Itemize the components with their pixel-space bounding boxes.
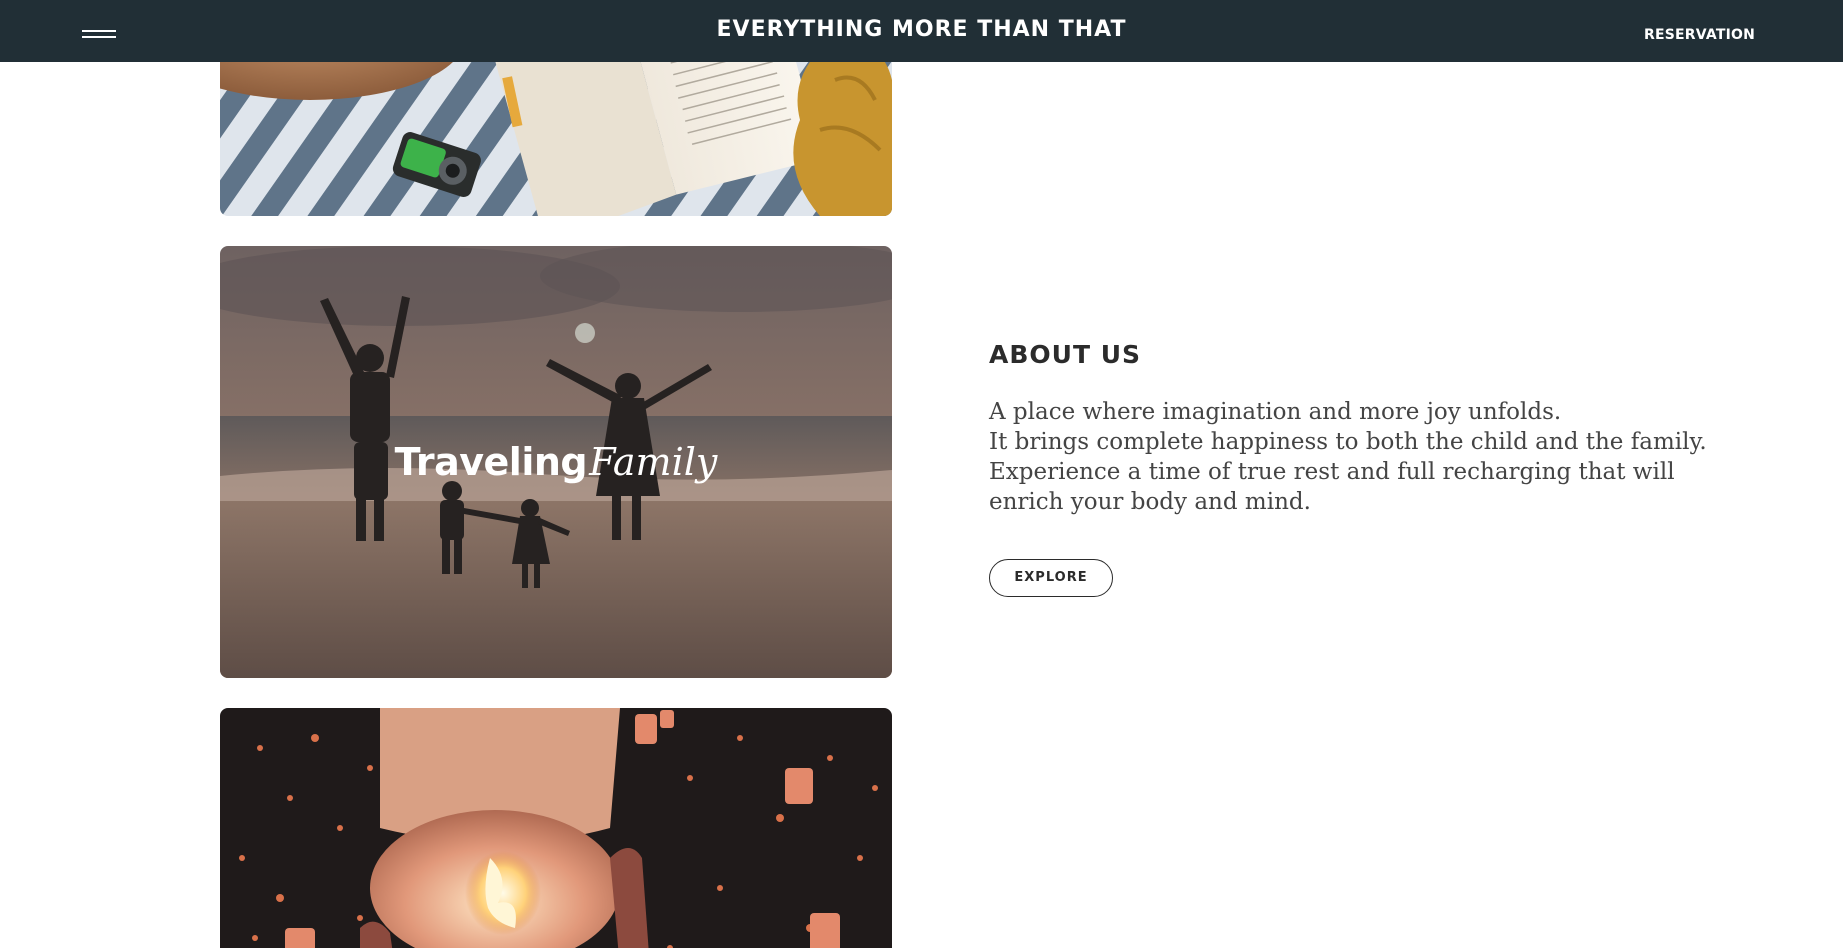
reservation-link[interactable]: RESERVATION [1644,0,1755,62]
about-description: A place where imagination and more joy u… [989,397,1709,517]
explore-button[interactable]: EXPLORE [989,559,1113,597]
about-line: enrich your body and mind. [989,489,1311,515]
sky-lanterns-photo [220,708,892,948]
hamburger-menu-icon[interactable] [82,26,116,40]
about-heading: ABOUT US [989,340,1142,369]
page: EVERYTHING MORE THAN THAT RESERVATION Tr… [0,0,1843,948]
site-title: EVERYTHING MORE THAN THAT [716,17,1127,42]
about-section: ABOUT US A place where imagination and m… [989,340,1709,597]
sky-lanterns-card[interactable] [220,708,892,948]
traveling-family-card[interactable]: Traveling Family [220,246,892,678]
about-line: Experience a time of true rest and full … [989,459,1675,485]
family-beach-photo [220,246,892,678]
top-navigation-bar: EVERYTHING MORE THAN THAT RESERVATION [0,0,1843,62]
about-line: It brings complete happiness to both the… [989,429,1707,455]
about-line: A place where imagination and more joy u… [989,399,1562,425]
